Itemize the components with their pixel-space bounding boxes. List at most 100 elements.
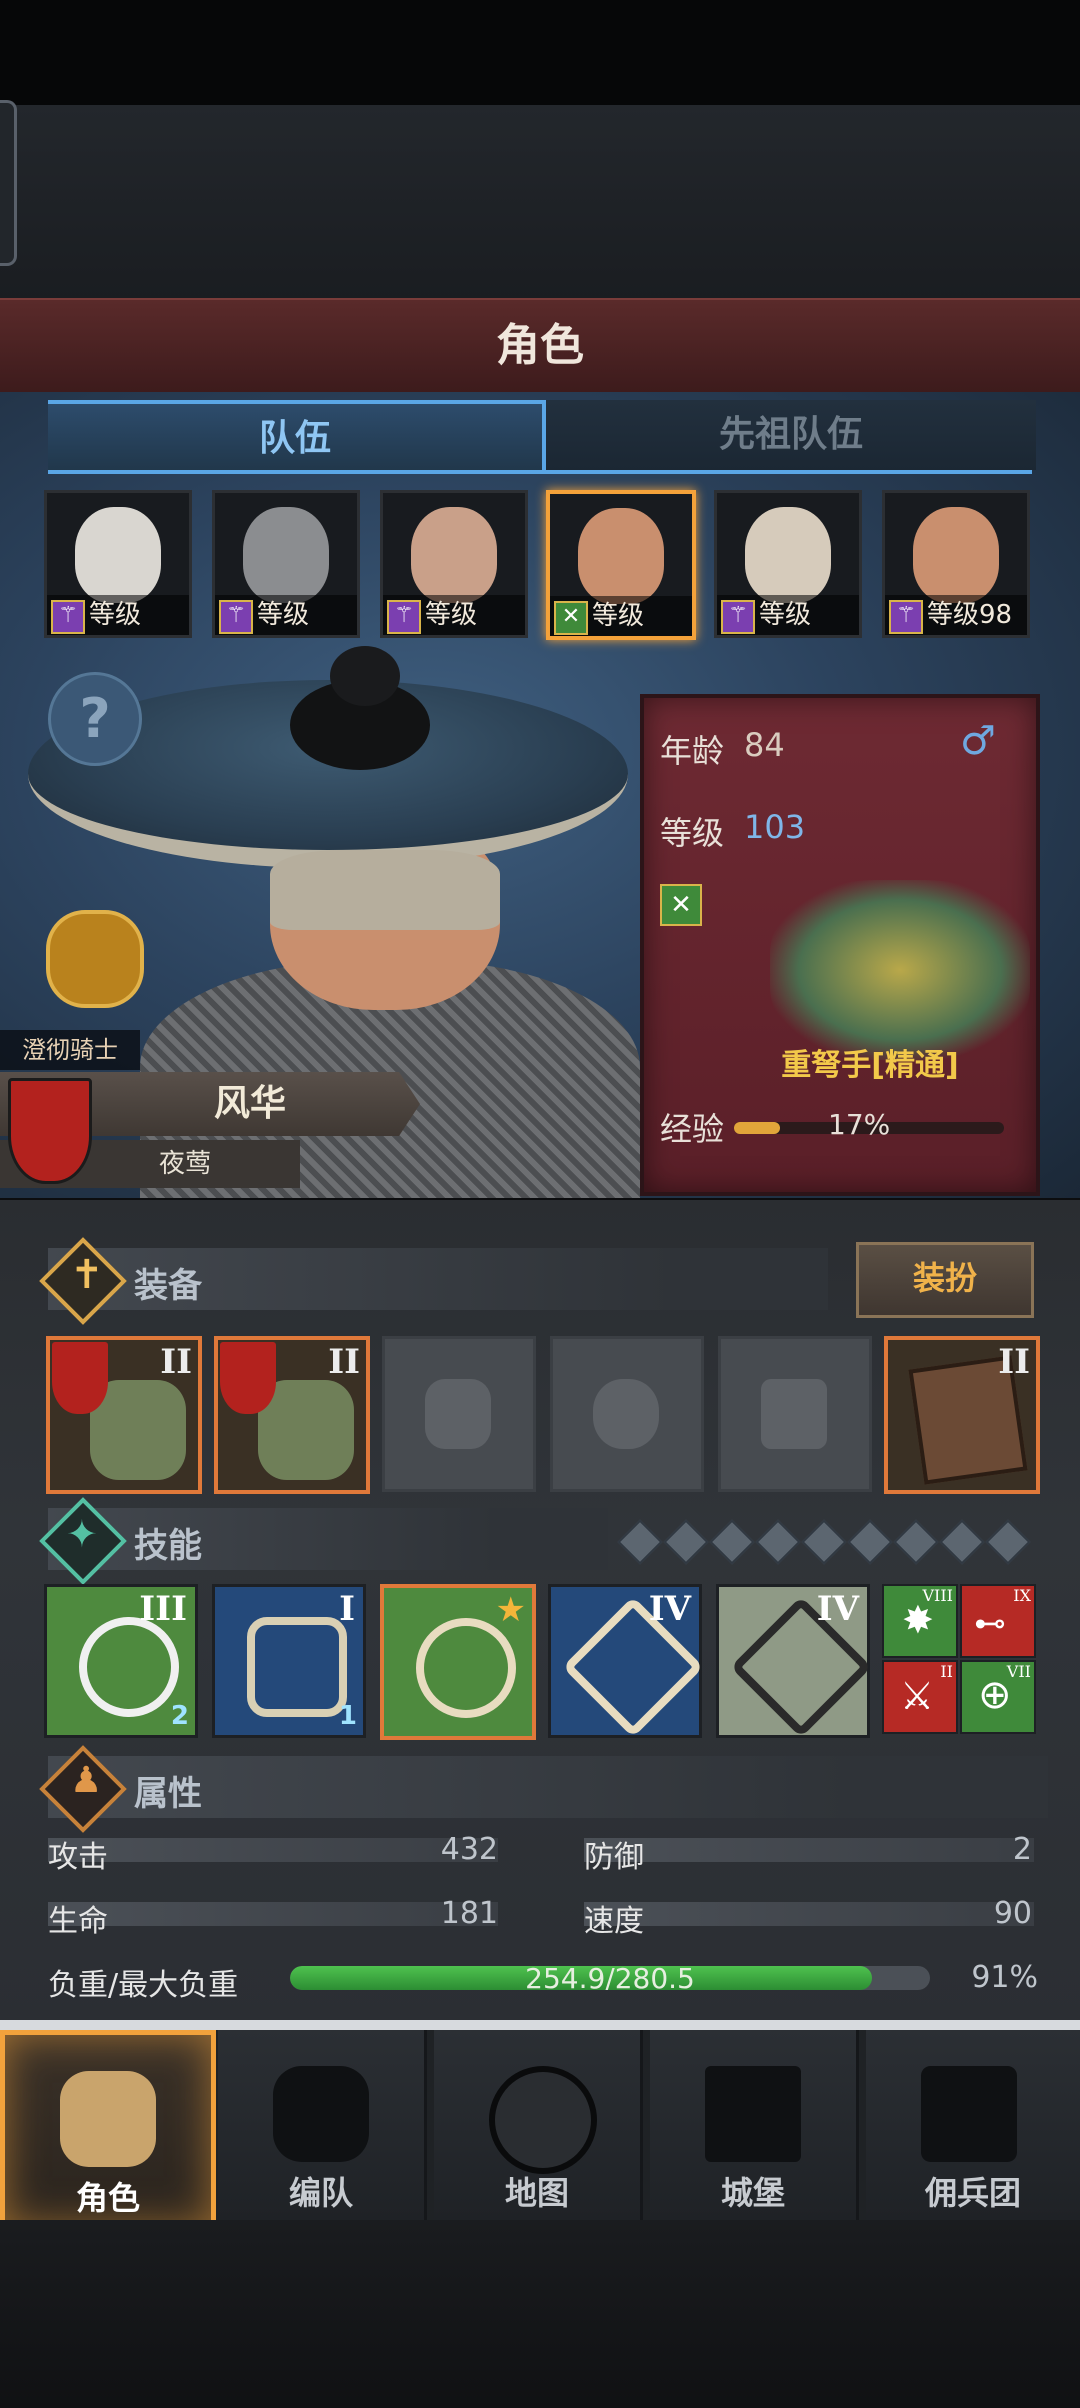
equip-slot-boots[interactable] <box>718 1336 872 1492</box>
portrait-image <box>243 507 329 603</box>
equip-slot-weapon-2[interactable]: II <box>214 1336 370 1494</box>
attributes-title: 属性 <box>134 1774 202 1814</box>
target-icon <box>79 1617 179 1717</box>
tier-label: II <box>998 1342 1030 1382</box>
nav-label: 角色 <box>75 2179 140 2217</box>
equip-slot-helmet[interactable] <box>382 1336 536 1492</box>
equip-slot-armor[interactable] <box>550 1336 704 1492</box>
tier-label: II <box>160 1342 192 1382</box>
help-icon[interactable]: ? <box>48 672 142 766</box>
faction-shield-icon <box>52 1342 108 1414</box>
nav-label: 城堡 <box>720 2174 785 2212</box>
portrait-image <box>745 507 831 603</box>
compass-icon <box>489 2066 597 2174</box>
armor-icon <box>593 1379 659 1449</box>
level-label: 等级 <box>660 814 725 852</box>
staff-icon: ⚚ <box>889 600 923 634</box>
skills-header <box>48 1508 608 1570</box>
faction-shield-icon <box>220 1342 276 1414</box>
skills-title: 技能 <box>134 1526 202 1566</box>
passive-skill-4[interactable]: ⊕ VII <box>960 1660 1036 1734</box>
skill-slot-5[interactable]: IV <box>716 1584 872 1738</box>
dragon-mount-image <box>770 880 1030 1060</box>
hp-label: 生命 <box>48 1904 108 1939</box>
hero-subtitle: 夜莺 <box>158 1149 211 1179</box>
skill-slot-1[interactable]: III 2 <box>44 1584 198 1738</box>
castle-icon <box>705 2066 801 2162</box>
system-nav-area <box>0 2220 1080 2408</box>
side-drawer-handle[interactable] <box>0 100 17 266</box>
equip-slot-weapon-1[interactable]: II <box>46 1336 202 1494</box>
dress-up-button[interactable]: 装扮 <box>856 1242 1034 1318</box>
team-member-4-selected[interactable]: ✕等级103 <box>546 490 696 640</box>
equip-slot-book[interactable]: II <box>884 1336 1040 1494</box>
age-label: 年龄 <box>660 732 725 770</box>
potion-icon[interactable] <box>46 910 144 1008</box>
load-bar: 254.9/280.5 <box>290 1966 930 1990</box>
tab-team[interactable]: 队伍 <box>48 400 546 474</box>
nav-mercenaries[interactable]: 佣兵团 <box>866 2030 1080 2220</box>
team-member-6[interactable]: ⚚ 等级98 <box>882 490 1030 638</box>
member-level: 等级98 <box>927 600 1013 630</box>
attack-value: 432 <box>440 1832 498 1867</box>
attack-label: 攻击 <box>48 1840 108 1875</box>
level-value: 103 <box>744 808 806 846</box>
tier-label: IX <box>1013 1586 1031 1605</box>
star-icon: ★ <box>495 1590 526 1630</box>
hp-value: 181 <box>440 1896 498 1931</box>
exp-label: 经验 <box>660 1110 725 1148</box>
team-member-2[interactable]: ⚚等级128 <box>212 490 360 638</box>
tier-label: II <box>328 1342 360 1382</box>
team-member-3[interactable]: ⚚等级125 <box>380 490 528 638</box>
tier-label: IV <box>816 1589 859 1629</box>
skill-slot-3[interactable]: ★ <box>380 1584 536 1740</box>
skill-badge: 2 <box>170 1701 189 1731</box>
crossbow-icon: ✕ <box>554 601 588 635</box>
equipment-title: 装备 <box>134 1266 202 1306</box>
hero-hat-fringe <box>270 850 500 930</box>
load-value: 254.9/280.5 <box>525 1966 695 1990</box>
male-icon: ♂ <box>960 718 996 764</box>
star-glyph-icon: ✦ <box>66 1512 98 1556</box>
team-member-5[interactable]: ⚚等级108 <box>714 490 862 638</box>
portrait-image <box>913 507 999 603</box>
tier-label: VIII <box>922 1586 953 1605</box>
nav-formation[interactable]: 编队 <box>218 2030 427 2220</box>
portrait-image <box>411 507 497 603</box>
unit-name: 重弩手[精通] <box>781 1048 959 1083</box>
banner-icon <box>921 2066 1017 2162</box>
crossbow-shot-icon <box>416 1618 516 1718</box>
exp-bar-fill <box>734 1122 780 1134</box>
crossbow-class-icon: ✕ <box>660 884 702 926</box>
staff-icon: ⚚ <box>51 600 85 634</box>
defense-value: 2 <box>1012 1832 1032 1867</box>
tier-label: II <box>940 1662 953 1681</box>
exp-value: 17% <box>828 1108 891 1141</box>
nav-castle[interactable]: 城堡 <box>650 2030 859 2220</box>
tier-label: VII <box>1006 1662 1031 1681</box>
tier-label: I <box>339 1589 355 1629</box>
passive-skill-2[interactable]: ⊷ IX <box>960 1584 1036 1658</box>
dumbbell-icon: ⊷ <box>974 1604 1006 1642</box>
leap-icon <box>247 1617 347 1717</box>
hero-hair-knot <box>330 646 400 706</box>
nav-map[interactable]: 地图 <box>434 2030 643 2220</box>
header-background <box>0 105 1080 300</box>
knight-icon <box>60 2071 156 2167</box>
passive-skill-3[interactable]: ⚔ II <box>882 1660 958 1734</box>
skill-slot-4[interactable]: IV <box>548 1584 704 1738</box>
sword-icon: ⚔ <box>900 1674 935 1718</box>
nav-character[interactable]: 角色 <box>0 2030 216 2230</box>
tab-underline <box>48 470 1032 474</box>
age-value: 84 <box>744 726 785 764</box>
tier-label: III <box>139 1589 187 1629</box>
tab-ancestor-team[interactable]: 先祖队伍 <box>546 400 1036 470</box>
defense-label: 防御 <box>584 1840 644 1875</box>
staff-icon: ⚚ <box>387 600 421 634</box>
skill-slot-2[interactable]: I 1 <box>212 1584 366 1738</box>
passive-skill-1[interactable]: ✸ VIII <box>882 1584 958 1658</box>
skill-badge: 1 <box>338 1701 357 1731</box>
nav-label: 地图 <box>504 2174 569 2212</box>
boots-icon <box>761 1379 827 1449</box>
team-member-1[interactable]: ⚚等级132 <box>44 490 192 638</box>
